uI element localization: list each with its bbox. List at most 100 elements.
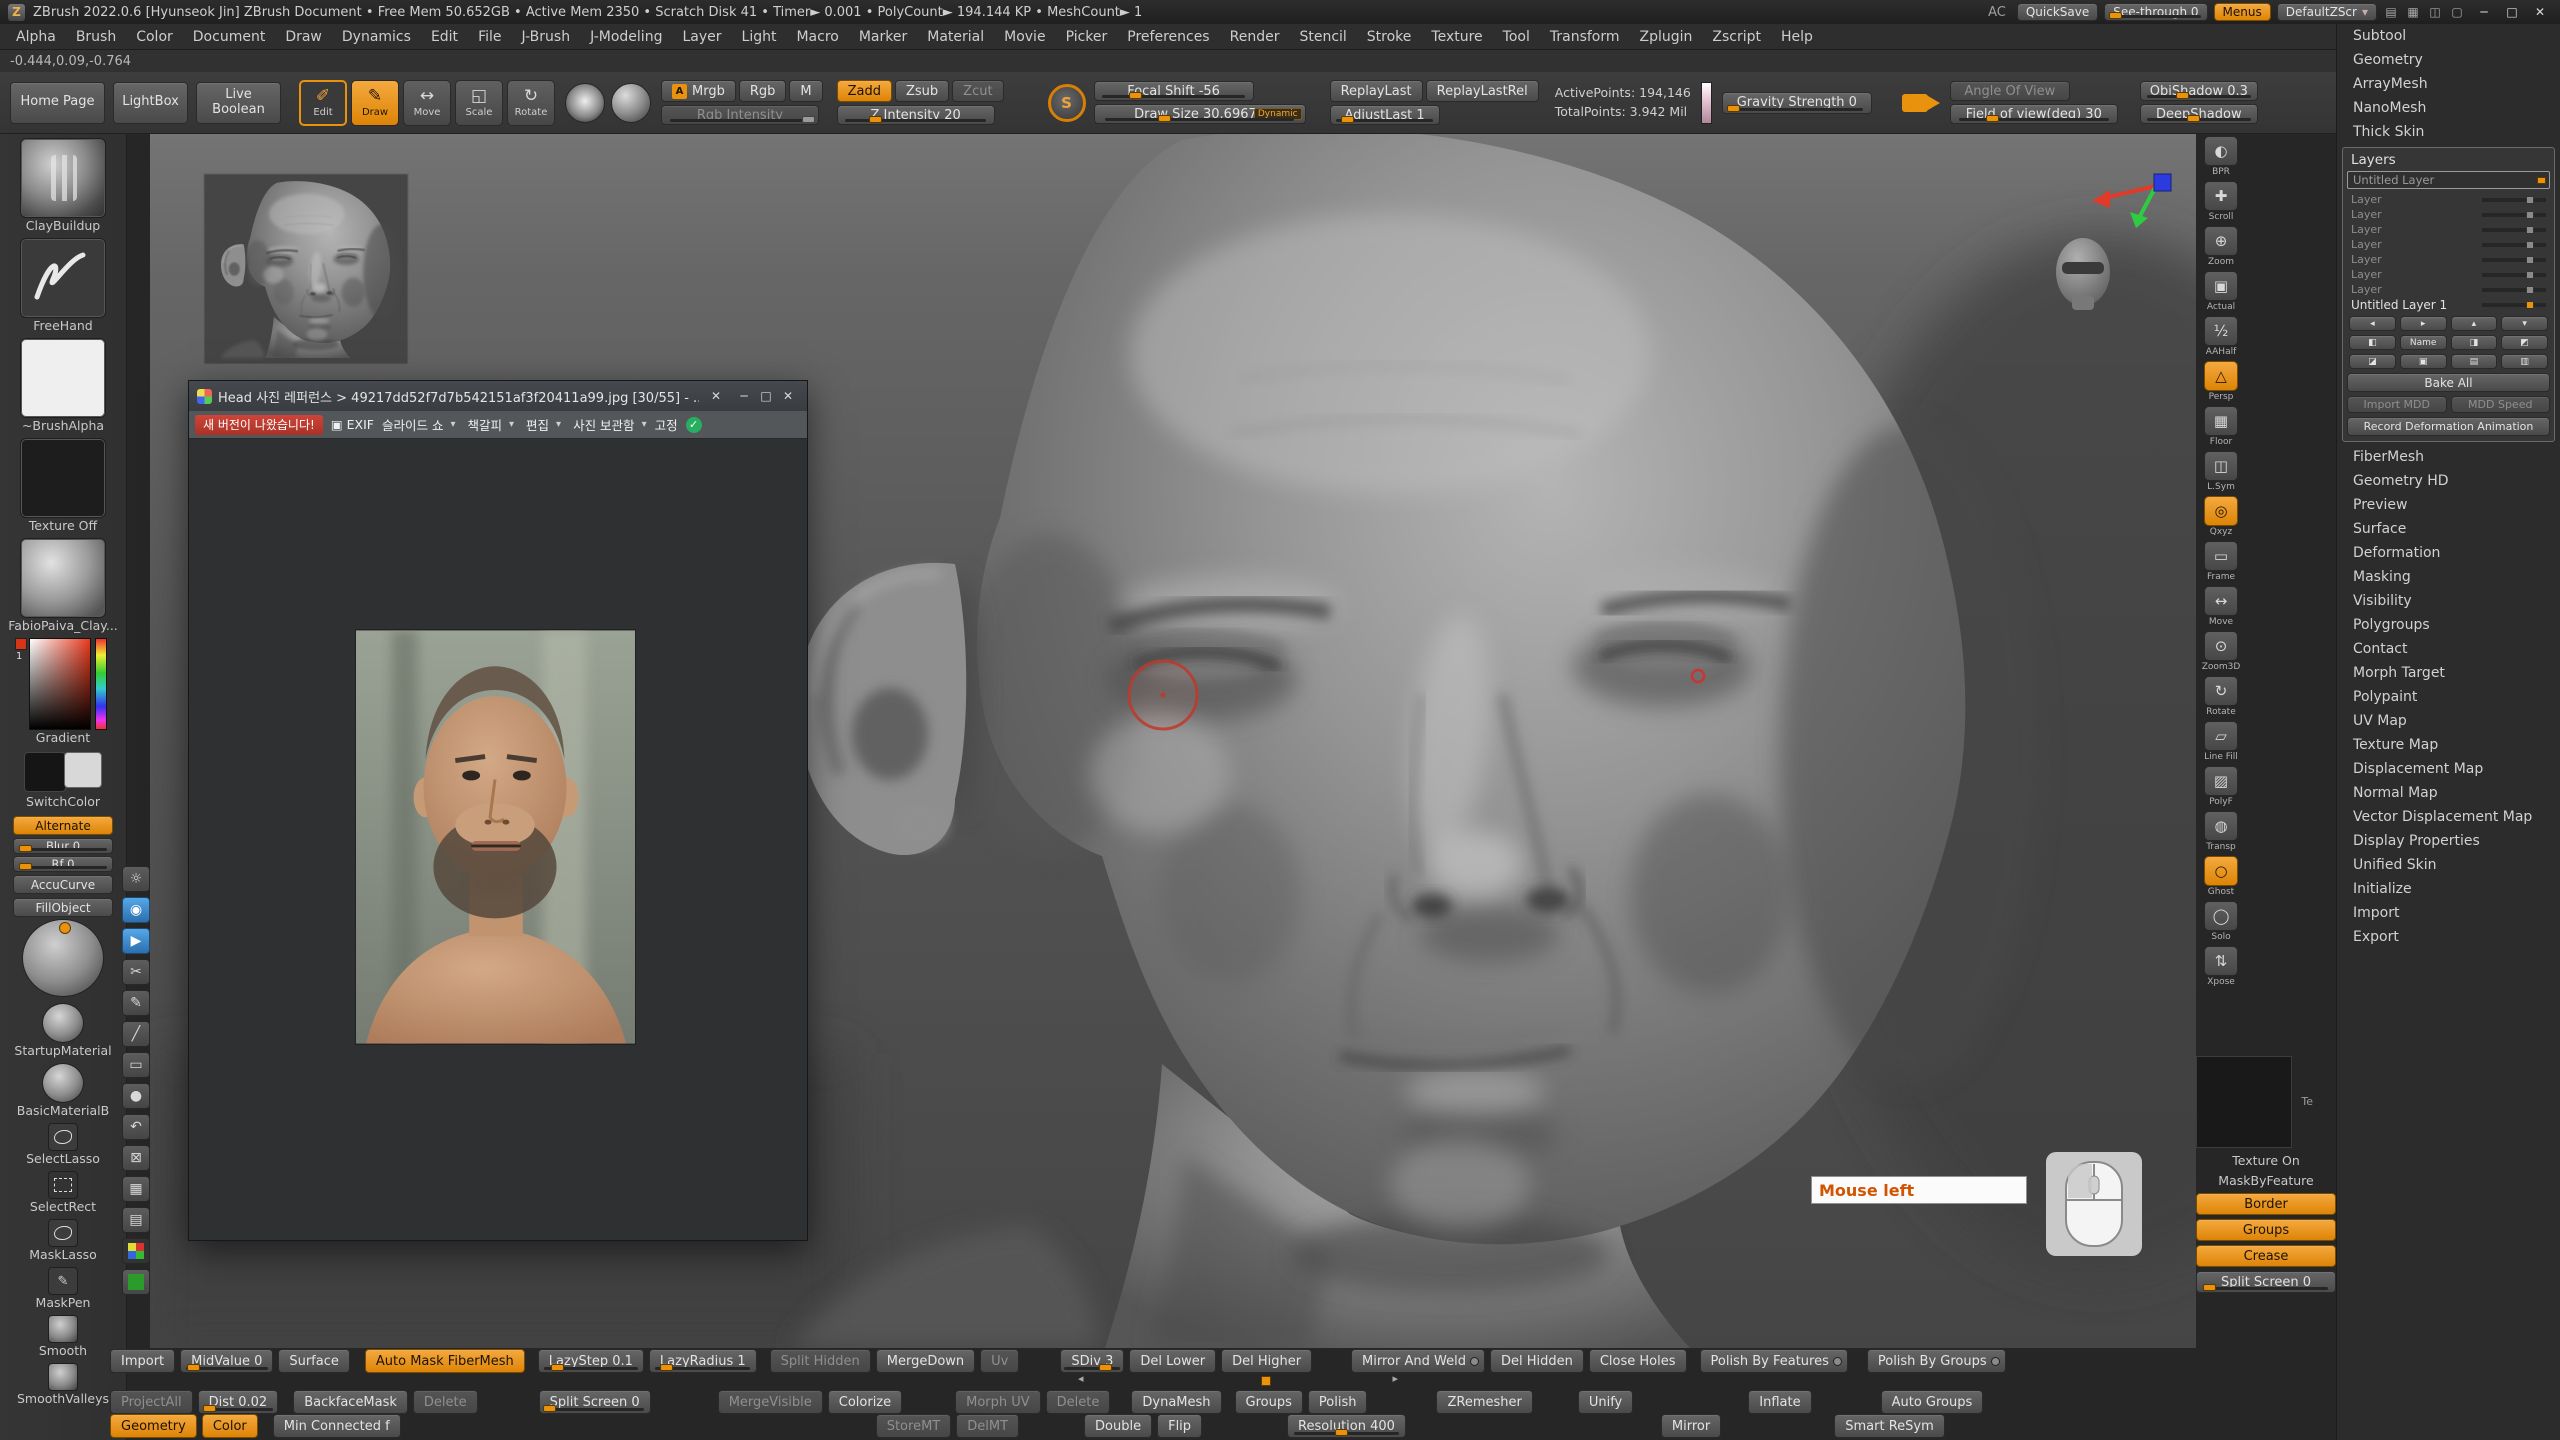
bottom-button[interactable]: Del Higher [1221, 1349, 1312, 1373]
tool-panel-item[interactable]: Unified Skin [2337, 853, 2560, 877]
layer-tool-button[interactable]: ◧ [2349, 335, 2396, 350]
bottom-button[interactable]: LazyRadius 1 [649, 1349, 757, 1373]
layer-tool-button[interactable]: ◪ [2349, 354, 2396, 369]
tool-panel-item[interactable]: Normal Map [2337, 781, 2560, 805]
saturation-value-field[interactable] [29, 638, 91, 730]
draw-size-slider[interactable]: Draw Size 30.69679Dynamic [1094, 104, 1306, 124]
photo-menu[interactable]: 책갈피 [467, 415, 514, 434]
exif-button[interactable]: ▣ EXIF [331, 417, 374, 432]
bottom-button[interactable]: Flip [1157, 1414, 1202, 1438]
viewport-toggle[interactable]: ◎ Qxyz [2204, 496, 2238, 537]
menu-item[interactable]: Edit [421, 29, 468, 45]
select-lasso-thumbnail[interactable] [48, 1123, 78, 1151]
layer-tool-button[interactable]: ◨ [2451, 335, 2498, 350]
tool-panel-item[interactable]: Displacement Map [2337, 757, 2560, 781]
zcut-toggle[interactable]: Zcut [952, 80, 1003, 102]
zadd-toggle[interactable]: Zadd [837, 80, 892, 102]
mask-lasso-thumbnail[interactable] [48, 1219, 78, 1247]
photo-menu[interactable]: 편집 [526, 415, 561, 434]
layer-tool-button[interactable]: ◩ [2501, 335, 2548, 350]
viewport-toggle[interactable]: ◫ L.Sym [2204, 451, 2238, 492]
tool-panel-item[interactable]: Subtool [2337, 24, 2560, 48]
quicksave-button[interactable]: QuickSave [2017, 3, 2098, 21]
mask-by-feature-label[interactable]: MaskByFeature [2196, 1173, 2336, 1188]
layer-row[interactable]: Layer [2347, 282, 2550, 297]
layer-intensity-slider[interactable] [2482, 273, 2546, 277]
viewport-toggle[interactable]: ▦ Floor [2204, 406, 2238, 447]
alternate-button[interactable]: Alternate [13, 816, 113, 835]
bottom-button[interactable]: SDiv 3 [1060, 1349, 1124, 1373]
scissors-icon[interactable]: ✂ [122, 959, 150, 985]
edit-mode-button[interactable]: ✐ Edit [299, 80, 347, 126]
viewport-toggle[interactable]: ✚ Scroll [2204, 181, 2238, 222]
adjust-last-slider[interactable]: AdjustLast 1 [1330, 105, 1440, 125]
dot-icon[interactable]: ● [122, 1083, 150, 1109]
document-icon[interactable]: ▤ [122, 1207, 150, 1233]
layer-intensity-slider[interactable] [2482, 198, 2546, 202]
bottom-button[interactable]: MergeVisible [718, 1390, 823, 1414]
titlebar-ui-icon[interactable]: ▤ [2382, 4, 2400, 20]
bottom-button[interactable]: Polish By Features [1700, 1349, 1848, 1373]
replay-last-rel-button[interactable]: ReplayLastRel [1426, 80, 1539, 102]
side-column-button[interactable]: Groups [2196, 1219, 2336, 1241]
frame-icon[interactable]: ▭ [122, 1052, 150, 1078]
layer-tool-button[interactable]: ▾ [2501, 316, 2548, 331]
rotate-mode-button[interactable]: ↻ Rotate [507, 80, 555, 126]
import-mdd-button[interactable]: Import MDD [2347, 396, 2447, 413]
layer-intensity-slider[interactable] [2482, 228, 2546, 232]
basic-material-thumbnail[interactable] [42, 1063, 84, 1103]
tool-panel-item[interactable]: Preview [2337, 493, 2560, 517]
menu-item[interactable]: Draw [275, 29, 332, 45]
scale-mode-button[interactable]: ◱ Scale [455, 80, 503, 126]
bottom-button[interactable]: Del Lower [1129, 1349, 1216, 1373]
layer-tool-button[interactable]: ◂ [2349, 316, 2396, 331]
menu-item[interactable]: Render [1220, 29, 1290, 45]
select-arrow-icon[interactable]: ▶ [122, 928, 150, 954]
tool-panel-item[interactable]: UV Map [2337, 709, 2560, 733]
menu-item[interactable]: J-Modeling [580, 29, 672, 45]
zsub-toggle[interactable]: Zsub [895, 80, 949, 102]
focal-shift-slider[interactable]: Focal Shift -56 [1094, 81, 1254, 101]
layer-row[interactable]: Layer [2347, 192, 2550, 207]
titlebar-ui-icon[interactable]: ▦ [2404, 4, 2422, 20]
menu-item[interactable]: File [468, 29, 511, 45]
m-toggle[interactable]: M [789, 80, 822, 102]
layer-intensity-slider[interactable] [2482, 303, 2546, 307]
menu-item[interactable]: Movie [994, 29, 1055, 45]
bottom-button[interactable]: Polish [1308, 1390, 1368, 1414]
bottom-button[interactable]: Auto Mask FiberMesh [365, 1349, 525, 1373]
texture-thumbnail[interactable] [20, 438, 106, 518]
tool-panel-item[interactable]: Polypaint [2337, 685, 2560, 709]
side-column-button[interactable]: Border [2196, 1193, 2336, 1215]
alpha-thumbnail[interactable] [20, 338, 106, 418]
tool-panel-item[interactable]: Geometry HD [2337, 469, 2560, 493]
bottom-button[interactable]: Import [110, 1349, 175, 1373]
tool-panel-item[interactable]: Vector Displacement Map [2337, 805, 2560, 829]
menu-item[interactable]: J-Brush [512, 29, 581, 45]
photo-window-control[interactable]: ─ [733, 386, 755, 406]
bottom-button[interactable]: Unify [1578, 1390, 1633, 1414]
texture-preview-thumbnail[interactable]: Te [2196, 1056, 2292, 1148]
zscript-dropdown[interactable]: DefaultZScr [2277, 3, 2377, 21]
layer-intensity-slider[interactable] [2482, 258, 2546, 262]
viewport-toggle[interactable]: ½ AAHalf [2204, 316, 2238, 357]
tool-panel-item[interactable]: Export [2337, 925, 2560, 949]
ruler-icon[interactable]: ╱ [122, 1021, 150, 1047]
blur-slider[interactable]: Blur 0 [13, 838, 113, 854]
menu-item[interactable]: Preferences [1117, 29, 1219, 45]
current-texture-icon[interactable] [611, 83, 651, 123]
bottom-button[interactable]: LazyStep 0.1 [538, 1349, 644, 1373]
bottom-button[interactable]: Inflate [1748, 1390, 1811, 1414]
viewport-toggle[interactable]: ▨ PolyF [2204, 766, 2238, 807]
tool-panel-item[interactable]: Deformation [2337, 541, 2560, 565]
bottom-button[interactable]: BackfaceMask [293, 1390, 408, 1414]
menu-item[interactable]: Zplugin [1630, 29, 1703, 45]
tool-panel-item[interactable]: ArrayMesh [2337, 72, 2560, 96]
stroke-thumbnail[interactable] [20, 238, 106, 318]
photo-close-inline-button[interactable]: ✕ [705, 386, 727, 406]
brush-thumbnail[interactable] [20, 138, 106, 218]
bottom-button[interactable]: Surface [278, 1349, 350, 1373]
menu-item[interactable]: Layer [672, 29, 731, 45]
tool-panel-item[interactable]: Texture Map [2337, 733, 2560, 757]
bottom-button[interactable]: Del Hidden [1490, 1349, 1584, 1373]
